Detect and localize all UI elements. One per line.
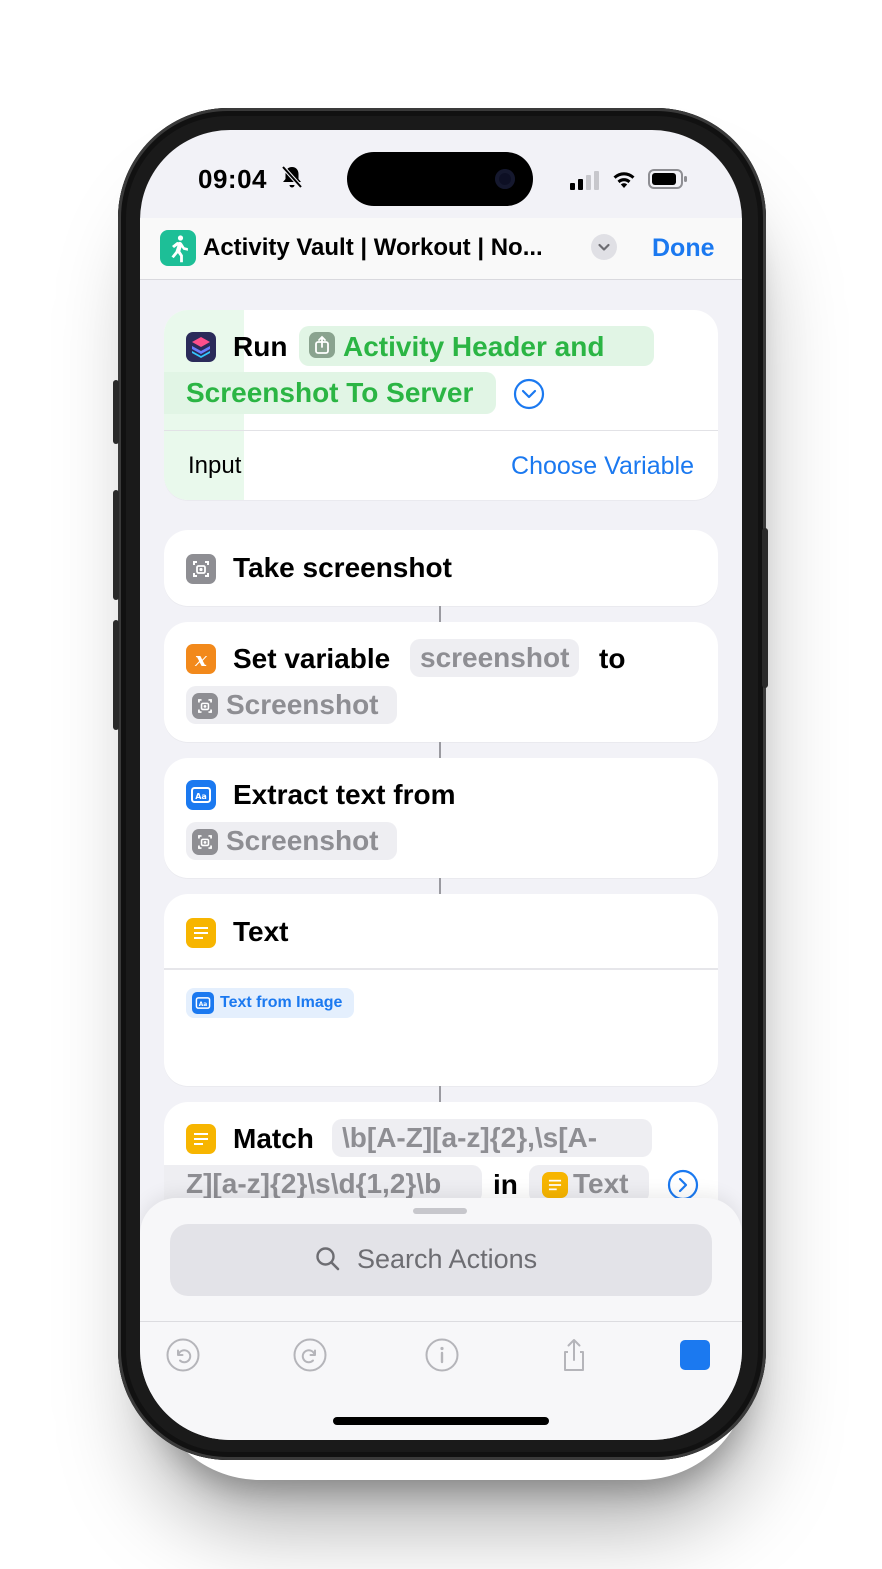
- shortcut-app-icon[interactable]: [160, 230, 196, 266]
- sheet-grabber[interactable]: [413, 1208, 467, 1214]
- svg-text:Aa: Aa: [199, 1002, 208, 1008]
- action-connector: [439, 878, 441, 894]
- screenshot-icon: [192, 829, 218, 855]
- action-text[interactable]: Text Aa Text from Image: [164, 894, 718, 1086]
- choose-variable-button[interactable]: Choose Variable: [511, 452, 694, 481]
- shortcuts-app-icon: [186, 332, 216, 362]
- action-connector: [439, 1086, 441, 1102]
- text-recognition-icon: Aa: [186, 780, 216, 810]
- done-button[interactable]: Done: [652, 234, 715, 263]
- screenshot-variable-label: Screenshot: [226, 689, 379, 720]
- regex-pattern-line1[interactable]: \b[A-Z][a-z]{2},\s[A-: [332, 1119, 652, 1157]
- volume-down-button: [113, 620, 119, 730]
- home-indicator: [333, 1417, 549, 1425]
- to-label: to: [599, 643, 626, 674]
- wifi-icon: [613, 172, 635, 188]
- action-match-text[interactable]: Match \b[A-Z][a-z]{2},\s[A- Z][a-z]{2}\s…: [164, 1102, 718, 1200]
- take-screenshot-label: Take screenshot: [233, 552, 452, 583]
- navigation-bar: Activity Vault | Workout | No... Done: [140, 218, 742, 280]
- expand-chevron-icon[interactable]: [666, 1168, 700, 1200]
- shortcut-name-line2[interactable]: Screenshot To Server: [186, 377, 473, 409]
- action-take-screenshot[interactable]: Take screenshot: [164, 530, 718, 606]
- front-camera: [495, 169, 515, 189]
- battery-icon: [648, 169, 687, 189]
- text-action-label: Text: [233, 916, 289, 947]
- share-shortcut-icon: [309, 332, 335, 358]
- screenshot-input-label: Screenshot: [226, 825, 379, 856]
- card-divider: [164, 430, 718, 431]
- svg-text:Aa: Aa: [195, 792, 207, 801]
- phone-screen: 09:04 Activity Vault | Workout | No... D…: [140, 130, 742, 1440]
- expand-chevron-icon[interactable]: [512, 377, 546, 411]
- text-icon: [542, 1172, 568, 1198]
- screenshot-icon: [186, 554, 216, 584]
- action-set-variable[interactable]: x Set variable screenshot to Screenshot: [164, 622, 718, 742]
- actions-list[interactable]: Run Activity Header and Screenshot To Se…: [140, 280, 742, 1200]
- action-connector: [439, 742, 441, 758]
- status-bar: 09:04: [140, 130, 742, 210]
- text-icon: [186, 1124, 216, 1154]
- actions-bottom-sheet: Search Actions: [140, 1198, 742, 1440]
- search-placeholder: Search Actions: [357, 1244, 538, 1274]
- variable-x-icon: x: [186, 644, 216, 674]
- cellular-signal-icon: [570, 171, 599, 190]
- text-input-label: Text: [573, 1168, 629, 1199]
- action-connector: [439, 606, 441, 622]
- chevron-down-icon: [598, 243, 610, 251]
- title-menu-chevron[interactable]: [591, 234, 617, 260]
- run-verb: Run: [233, 331, 288, 362]
- search-actions-field[interactable]: Search Actions: [170, 1224, 712, 1296]
- regex-pattern-line2[interactable]: Z][a-z]{2}\s\d{1,2}\b: [164, 1165, 482, 1200]
- status-time: 09:04: [198, 164, 267, 194]
- redo-icon[interactable]: [291, 1336, 329, 1374]
- in-label: in: [493, 1169, 518, 1200]
- text-icon: [186, 918, 216, 948]
- search-icon: [316, 1247, 340, 1271]
- shortcut-title[interactable]: Activity Vault | Workout | No...: [203, 234, 543, 262]
- running-person-icon: [171, 235, 188, 263]
- variable-name-chip[interactable]: screenshot: [410, 639, 580, 677]
- set-variable-verb: Set variable: [233, 643, 391, 674]
- info-icon[interactable]: [423, 1336, 461, 1374]
- match-verb: Match: [233, 1123, 314, 1154]
- silent-bell-icon: [281, 165, 303, 189]
- action-extract-text[interactable]: Aa Extract text from Screenshot: [164, 758, 718, 878]
- stop-run-button-icon[interactable]: [676, 1336, 714, 1374]
- shortcut-name-line1[interactable]: Activity Header and: [343, 331, 604, 363]
- volume-up-button: [113, 490, 119, 600]
- input-label: Input: [188, 452, 242, 479]
- text-recognition-icon: Aa: [192, 992, 214, 1014]
- card-divider: [164, 968, 718, 970]
- dynamic-island: [347, 152, 533, 206]
- power-button: [762, 528, 768, 688]
- layers-icon: [192, 337, 210, 358]
- share-icon[interactable]: [555, 1336, 593, 1374]
- svg-text:x: x: [194, 647, 208, 671]
- action-button: [113, 380, 119, 444]
- screenshot-icon: [192, 693, 218, 719]
- action-run-shortcut[interactable]: Run Activity Header and Screenshot To Se…: [164, 310, 718, 500]
- extract-text-verb: Extract text from: [233, 779, 456, 810]
- undo-icon[interactable]: [164, 1336, 202, 1374]
- text-from-image-label: Text from Image: [220, 994, 343, 1011]
